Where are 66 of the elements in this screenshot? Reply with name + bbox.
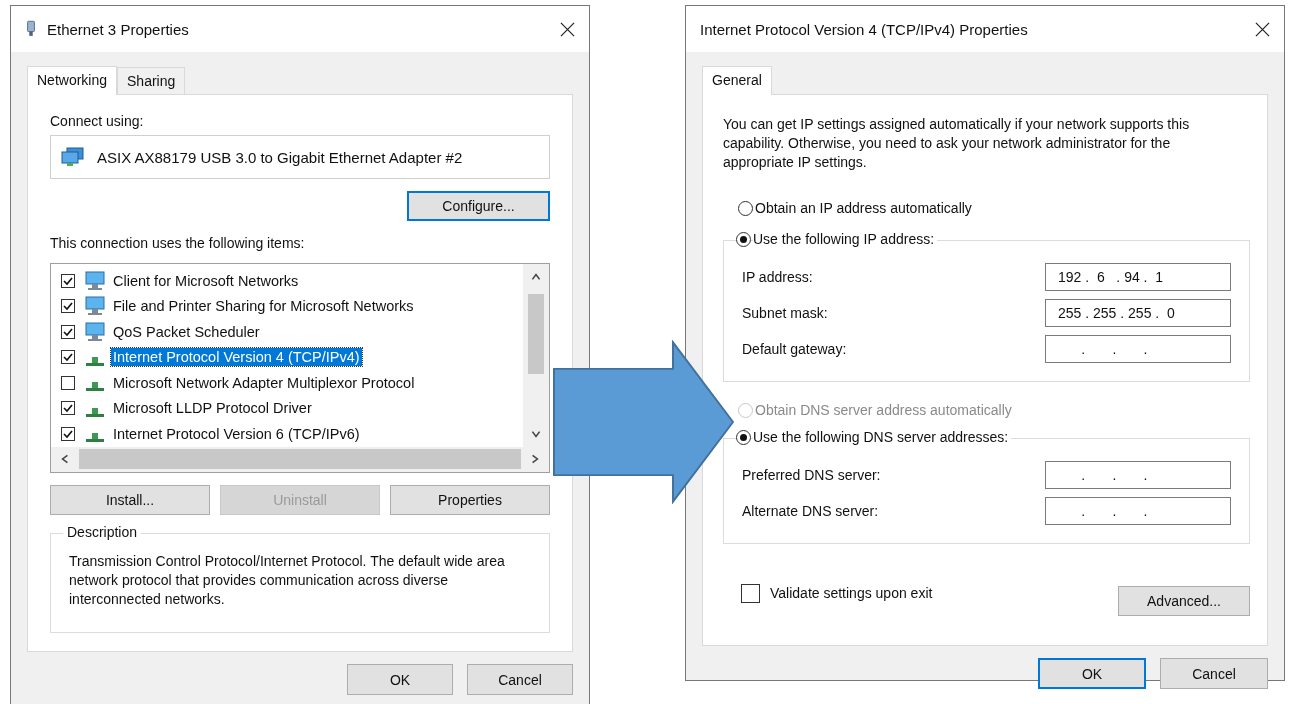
window-title: Internet Protocol Version 4 (TCP/IPv4) Properties	[700, 20, 1029, 38]
right-arrow-icon	[553, 340, 734, 504]
tab[interactable]: Networking	[27, 66, 118, 95]
list-item[interactable]: Internet Protocol Version 4 (TCP/IPv4)	[111, 348, 362, 367]
close-icon[interactable]	[560, 21, 575, 37]
radio-button[interactable]	[736, 231, 751, 247]
items-label: This connection uses the following items:	[50, 235, 306, 251]
checkbox[interactable]	[61, 324, 75, 339]
horizontal-scrollbar[interactable]	[51, 446, 549, 472]
ip-address-field[interactable]: . . .	[1045, 461, 1231, 489]
dialog-button[interactable]: OK	[1038, 658, 1146, 689]
checkbox[interactable]	[61, 375, 75, 390]
adapter-name: ASIX AX88179 USB 3.0 to Gigabit Ethernet Adapter #2	[97, 148, 463, 166]
configure-button[interactable]: Configure...	[407, 191, 550, 221]
ip-address-field[interactable]: 192 . 6 . 94 . 1	[1045, 263, 1231, 291]
item-action-button[interactable]: Install...	[50, 485, 210, 515]
radio-button[interactable]	[736, 429, 751, 445]
network-adapter-icon	[61, 147, 85, 167]
window-title: Ethernet 3 Properties	[47, 20, 190, 38]
ip-address-field[interactable]: 255 . 255 . 255 . 0	[1045, 299, 1231, 327]
list-item[interactable]: Microsoft Network Adapter Multiplexor Protocol	[111, 373, 417, 392]
computer-icon	[83, 296, 107, 317]
network-protocol-icon	[86, 407, 104, 417]
checkbox[interactable]	[61, 273, 75, 288]
computer-icon	[83, 270, 107, 291]
vertical-scrollbar[interactable]	[523, 264, 549, 447]
checkbox-label: Validate settings upon exit	[770, 585, 934, 601]
dialog-button[interactable]: Cancel	[467, 664, 573, 695]
intro-text: You can get IP settings assigned automatically if your network supports this capability. Otherwise, you need to ask your network administrator for the appropriate IP settings.	[723, 115, 1191, 172]
field-label: IP address:	[742, 269, 813, 285]
tab[interactable]: General	[702, 66, 772, 95]
checkbox[interactable]	[61, 299, 75, 314]
checkbox[interactable]	[741, 583, 760, 603]
computer-icon	[83, 321, 107, 342]
item-action-button[interactable]: Properties	[390, 485, 550, 515]
radio-label: Use the following DNS server addresses:	[753, 429, 1012, 445]
ip-address-field[interactable]: . . .	[1045, 335, 1231, 363]
network-protocol-icon	[86, 356, 104, 366]
ethernet-plug-icon	[25, 20, 37, 38]
radio-button[interactable]	[738, 200, 753, 216]
list-item[interactable]: Client for Microsoft Networks	[111, 271, 301, 290]
group-legend: Description	[63, 524, 142, 540]
checkbox[interactable]	[61, 426, 75, 441]
dialog-button[interactable]: OK	[347, 664, 453, 695]
field-label: Subnet mask:	[742, 305, 828, 321]
field-label: Alternate DNS server:	[742, 503, 879, 519]
network-protocol-icon	[86, 382, 104, 392]
dialog-button[interactable]: Cancel	[1160, 658, 1268, 689]
radio-label: Obtain DNS server address automatically	[755, 402, 1015, 418]
ip-address-field[interactable]: . . .	[1045, 497, 1231, 525]
close-icon[interactable]	[1255, 21, 1270, 37]
radio-label: Obtain an IP address automatically	[755, 200, 975, 216]
checkbox[interactable]	[61, 350, 75, 365]
list-item[interactable]: File and Printer Sharing for Microsoft Networks	[111, 297, 416, 316]
list-item[interactable]: QoS Packet Scheduler	[111, 322, 262, 341]
field-label: Preferred DNS server:	[742, 467, 881, 483]
field-label: Default gateway:	[742, 341, 847, 357]
tab[interactable]: Sharing	[117, 67, 186, 94]
network-protocol-icon	[86, 433, 104, 443]
list-item[interactable]: Microsoft LLDP Protocol Driver	[111, 399, 314, 418]
list-item[interactable]: Internet Protocol Version 6 (TCP/IPv6)	[111, 424, 362, 443]
checkbox[interactable]	[61, 401, 75, 416]
connect-using-label: Connect using:	[50, 113, 145, 129]
radio-label: Use the following IP address:	[753, 231, 938, 247]
advanced-button[interactable]: Advanced...	[1118, 586, 1250, 616]
description-text: Transmission Control Protocol/Internet Protocol. The default wide area network protocol that provides communication across diverse interconnected networks.	[69, 552, 506, 609]
